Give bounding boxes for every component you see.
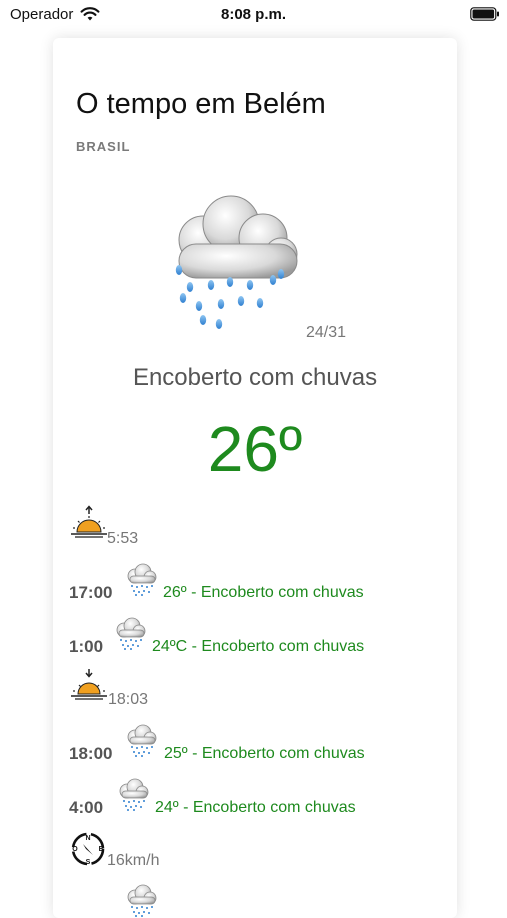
weather-condition: Encoberto com chuvas	[132, 364, 378, 391]
clock-time: 8:08 p.m.	[220, 6, 287, 23]
rain-cloud-icon	[115, 776, 151, 812]
country-label: BRASIL	[76, 139, 131, 154]
rain-cloud-icon	[123, 722, 159, 758]
forecast-description: 24º - Encoberto com chuvas	[155, 799, 356, 816]
forecast-time: 17:00	[69, 583, 113, 602]
compass-icon: N E S O	[71, 832, 105, 866]
rain-cloud-icon	[123, 561, 159, 597]
status-bar: Operador 8:08 p.m.	[0, 0, 507, 30]
forecast-time: 4:00	[69, 798, 104, 817]
forecast-time: 18:00	[69, 744, 113, 763]
svg-text:E: E	[99, 846, 104, 853]
forecast-time: 1:00	[69, 637, 104, 656]
sunrise-time: 5:53	[107, 530, 139, 547]
rain-cloud-icon	[112, 615, 148, 651]
rain-cloud-icon	[175, 195, 298, 329]
svg-text:N: N	[85, 835, 90, 842]
sunrise-icon	[71, 505, 107, 538]
rain-cloud-icon	[123, 882, 159, 918]
battery-icon	[470, 7, 499, 21]
forecast-description: 26º - Encoberto com chuvas	[163, 584, 364, 601]
wind-speed: 16km/h	[107, 852, 160, 869]
min-max-temperature: 24/31	[306, 324, 347, 341]
page-title: O tempo em Belém	[76, 88, 326, 120]
svg-text:S: S	[86, 859, 91, 866]
sunset-icon	[71, 669, 107, 700]
weather-card: O tempo em Belém BRASIL 24/31 Encoberto …	[53, 38, 457, 918]
forecast-description: 24ºC - Encoberto com chuvas	[152, 638, 365, 655]
sunset-time: 18:03	[108, 691, 149, 708]
current-temperature: 26º	[207, 413, 303, 485]
svg-text:O: O	[72, 846, 78, 853]
forecast-description: 25º - Encoberto com chuvas	[164, 745, 365, 762]
